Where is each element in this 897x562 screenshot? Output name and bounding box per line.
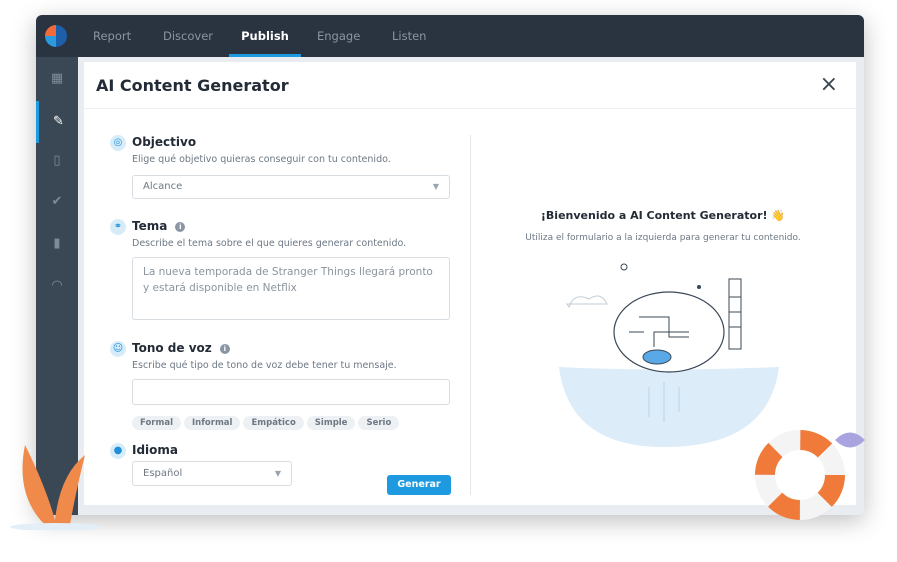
document-icon[interactable]: ▯: [36, 153, 78, 168]
smiley-icon: ☺: [110, 341, 126, 357]
top-nav: Report Discover Publish Engage Listen: [36, 15, 864, 57]
info-icon[interactable]: i: [175, 222, 186, 232]
field-description: Describe el tema sobre el que quieres ge…: [132, 238, 407, 249]
check-icon[interactable]: ✔: [36, 194, 78, 209]
logo-icon: [45, 25, 67, 47]
tone-chips: Formal Informal Empático Simple Serio: [132, 410, 402, 430]
objetivo-select[interactable]: Alcance ▼: [132, 175, 450, 199]
divider: [470, 135, 471, 495]
chip-empatico[interactable]: Empático: [243, 416, 304, 430]
tono-input[interactable]: [132, 379, 450, 405]
field-objetivo: ◎ Objectivo Elige qué objetivo quieras c…: [110, 135, 452, 205]
globe-icon: ●: [110, 443, 126, 459]
chip-informal[interactable]: Informal: [184, 416, 241, 430]
label-text: Tema: [132, 219, 168, 233]
tab-discover[interactable]: Discover: [163, 15, 213, 57]
idioma-select[interactable]: Español ▼: [132, 461, 292, 486]
calendar-icon[interactable]: ▦: [36, 71, 78, 86]
ai-content-generator-modal: AI Content Generator × ◎ Objectivo Elige…: [84, 62, 856, 505]
close-icon[interactable]: ×: [820, 72, 838, 97]
welcome-title-text: ¡Bienvenido a AI Content Generator!: [540, 209, 768, 222]
chip-simple[interactable]: Simple: [306, 416, 356, 430]
tab-listen[interactable]: Listen: [392, 15, 426, 57]
tab-report[interactable]: Report: [93, 15, 131, 57]
field-label: Idioma: [132, 443, 179, 457]
tab-publish[interactable]: Publish: [229, 15, 301, 57]
lifebuoy-decoration: [755, 430, 865, 520]
chip-serio[interactable]: Serio: [358, 416, 400, 430]
chevron-down-icon: ▼: [432, 182, 439, 191]
target-icon: ◎: [110, 135, 126, 151]
bar-chart-icon[interactable]: ▮: [36, 236, 78, 251]
topic-icon: ⚭: [110, 219, 126, 235]
modal-title: AI Content Generator: [96, 76, 289, 95]
field-description: Escribe qué tipo de tono de voz debe ten…: [132, 360, 397, 371]
field-tema: ⚭ Tema i Describe el tema sobre el que qu…: [110, 219, 452, 329]
label-text: Tono de voz: [132, 341, 212, 355]
field-tono: ☺ Tono de voz i Escribe qué tipo de tono …: [110, 341, 452, 430]
select-value: Español: [143, 468, 183, 479]
gauge-icon[interactable]: ◠: [36, 278, 78, 293]
tema-textarea[interactable]: La nueva temporada de Stranger Things ll…: [132, 257, 450, 320]
app-window: Report Discover Publish Engage Listen ▦ …: [36, 15, 864, 515]
wave-emoji: 👋: [771, 209, 786, 222]
chevron-down-icon: ▼: [274, 469, 281, 478]
generar-button[interactable]: Generar: [387, 475, 451, 495]
info-icon[interactable]: i: [219, 344, 230, 354]
field-label: Tema i: [132, 219, 186, 233]
select-value: Alcance: [143, 181, 183, 192]
welcome-subtitle: Utiliza el formulario a la izquierda par…: [525, 233, 801, 243]
chip-formal[interactable]: Formal: [132, 416, 181, 430]
divider: [84, 108, 856, 109]
field-label: Objectivo: [132, 135, 197, 149]
compose-icon[interactable]: ✎: [36, 101, 78, 143]
tab-engage[interactable]: Engage: [317, 15, 360, 57]
field-description: Elige qué objetivo quieras conseguir con…: [132, 154, 391, 165]
field-label: Tono de voz i: [132, 341, 230, 355]
welcome-title: ¡Bienvenido a AI Content Generator! 👋: [470, 209, 856, 222]
seaweed-decoration: [10, 445, 100, 530]
